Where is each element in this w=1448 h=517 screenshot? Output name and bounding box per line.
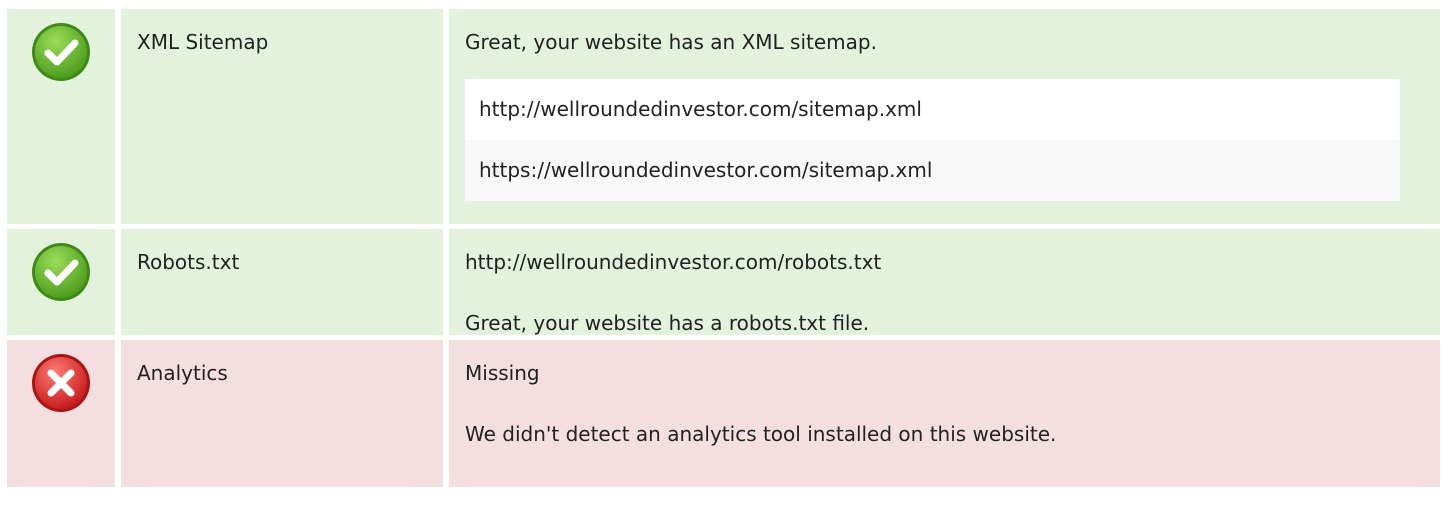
sitemap-url[interactable]: https://wellroundedinvestor.com/sitemap.…: [465, 140, 1400, 201]
report-row-xml-sitemap: XML Sitemap Great, your website has an X…: [7, 9, 1440, 224]
status-cell: [7, 340, 115, 487]
status-cell: [7, 229, 115, 335]
report-row-robots-txt: Robots.txt http://wellroundedinvestor.co…: [7, 229, 1440, 335]
status-message: We didn't detect an analytics tool insta…: [465, 422, 1057, 446]
row-label-cell: Robots.txt: [121, 229, 443, 335]
status-cell: [7, 9, 115, 224]
row-label: Robots.txt: [137, 250, 240, 274]
x-circle-icon: [30, 352, 92, 487]
status-message: Great, your website has an XML sitemap.: [465, 30, 877, 54]
row-detail-cell: Great, your website has an XML sitemap. …: [449, 9, 1440, 224]
status-message: Great, your website has a robots.txt fil…: [465, 311, 870, 335]
check-circle-icon: [30, 21, 92, 224]
report-row-analytics: Analytics Missing We didn't detect an an…: [7, 340, 1440, 487]
row-label-cell: XML Sitemap: [121, 9, 443, 224]
row-label: XML Sitemap: [137, 30, 269, 54]
row-label: Analytics: [137, 361, 228, 385]
row-detail-cell: http://wellroundedinvestor.com/robots.tx…: [449, 229, 1440, 335]
status-text: Missing: [465, 361, 540, 385]
robots-url[interactable]: http://wellroundedinvestor.com/robots.tx…: [465, 250, 1440, 274]
check-circle-icon: [30, 241, 92, 335]
row-label-cell: Analytics: [121, 340, 443, 487]
seo-report: XML Sitemap Great, your website has an X…: [7, 9, 1440, 492]
sitemap-url-list: http://wellroundedinvestor.com/sitemap.x…: [465, 79, 1400, 201]
sitemap-url[interactable]: http://wellroundedinvestor.com/sitemap.x…: [465, 79, 1400, 140]
row-detail-cell: Missing We didn't detect an analytics to…: [449, 340, 1440, 487]
